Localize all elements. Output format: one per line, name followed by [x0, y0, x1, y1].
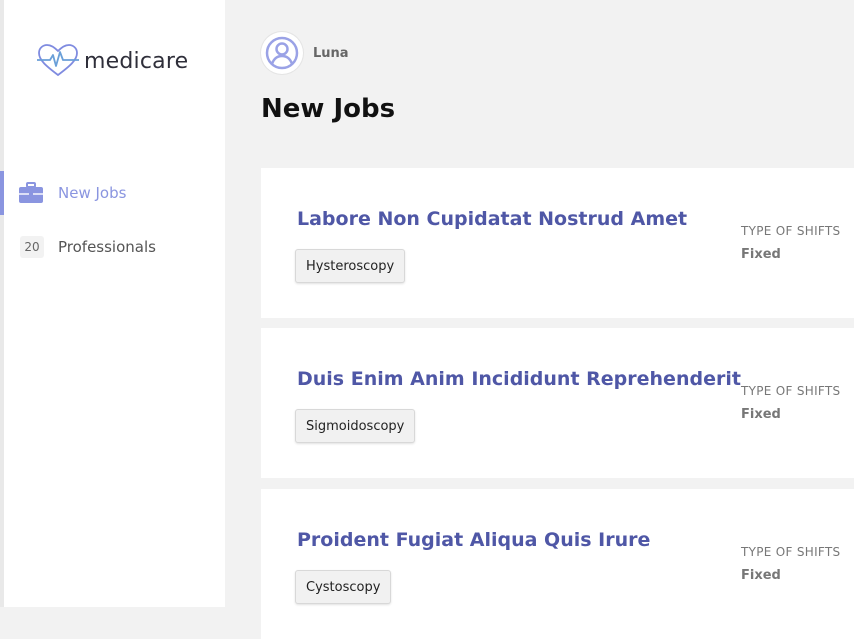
- shift-type-value: Fixed: [741, 407, 781, 422]
- sidebar: medicare New Jobs 20 Professionals: [0, 0, 225, 607]
- job-title[interactable]: Labore Non Cupidatat Nostrud Amet: [297, 208, 687, 230]
- count-badge: 20: [20, 236, 44, 258]
- user-avatar-icon: [265, 36, 299, 70]
- shift-type-value: Fixed: [741, 247, 781, 262]
- page-title: New Jobs: [261, 94, 396, 124]
- sidebar-item-new-jobs[interactable]: New Jobs: [0, 171, 225, 215]
- shift-type-label: TYPE OF SHIFTS: [741, 224, 841, 238]
- briefcase-icon: [18, 182, 44, 204]
- procedure-tag: Sigmoidoscopy: [295, 409, 416, 443]
- logo-text: medicare: [84, 48, 189, 74]
- user-menu[interactable]: Luna: [261, 32, 349, 74]
- heart-pulse-icon: [37, 44, 79, 77]
- job-title[interactable]: Duis Enim Anim Incididunt Reprehenderit: [297, 368, 741, 390]
- avatar: [261, 32, 303, 74]
- shift-type-value: Fixed: [741, 568, 781, 583]
- main-content: Luna New Jobs Labore Non Cupidatat Nostr…: [225, 0, 854, 639]
- shift-type-label: TYPE OF SHIFTS: [741, 384, 841, 398]
- job-card[interactable]: Duis Enim Anim Incididunt Reprehenderit …: [261, 328, 854, 478]
- user-name: Luna: [313, 45, 349, 61]
- shift-type-label: TYPE OF SHIFTS: [741, 545, 841, 559]
- procedure-tag: Cystoscopy: [295, 570, 392, 604]
- sidebar-item-label: Professionals: [58, 238, 156, 256]
- sidebar-item-professionals[interactable]: 20 Professionals: [4, 225, 225, 269]
- job-title[interactable]: Proident Fugiat Aliqua Quis Irure: [297, 529, 650, 551]
- job-card[interactable]: Proident Fugiat Aliqua Quis Irure Cystos…: [261, 489, 854, 639]
- logo[interactable]: medicare: [36, 44, 188, 78]
- sidebar-item-label: New Jobs: [58, 184, 127, 202]
- procedure-tag: Hysteroscopy: [295, 249, 406, 283]
- job-card[interactable]: Labore Non Cupidatat Nostrud Amet Hyster…: [261, 168, 854, 318]
